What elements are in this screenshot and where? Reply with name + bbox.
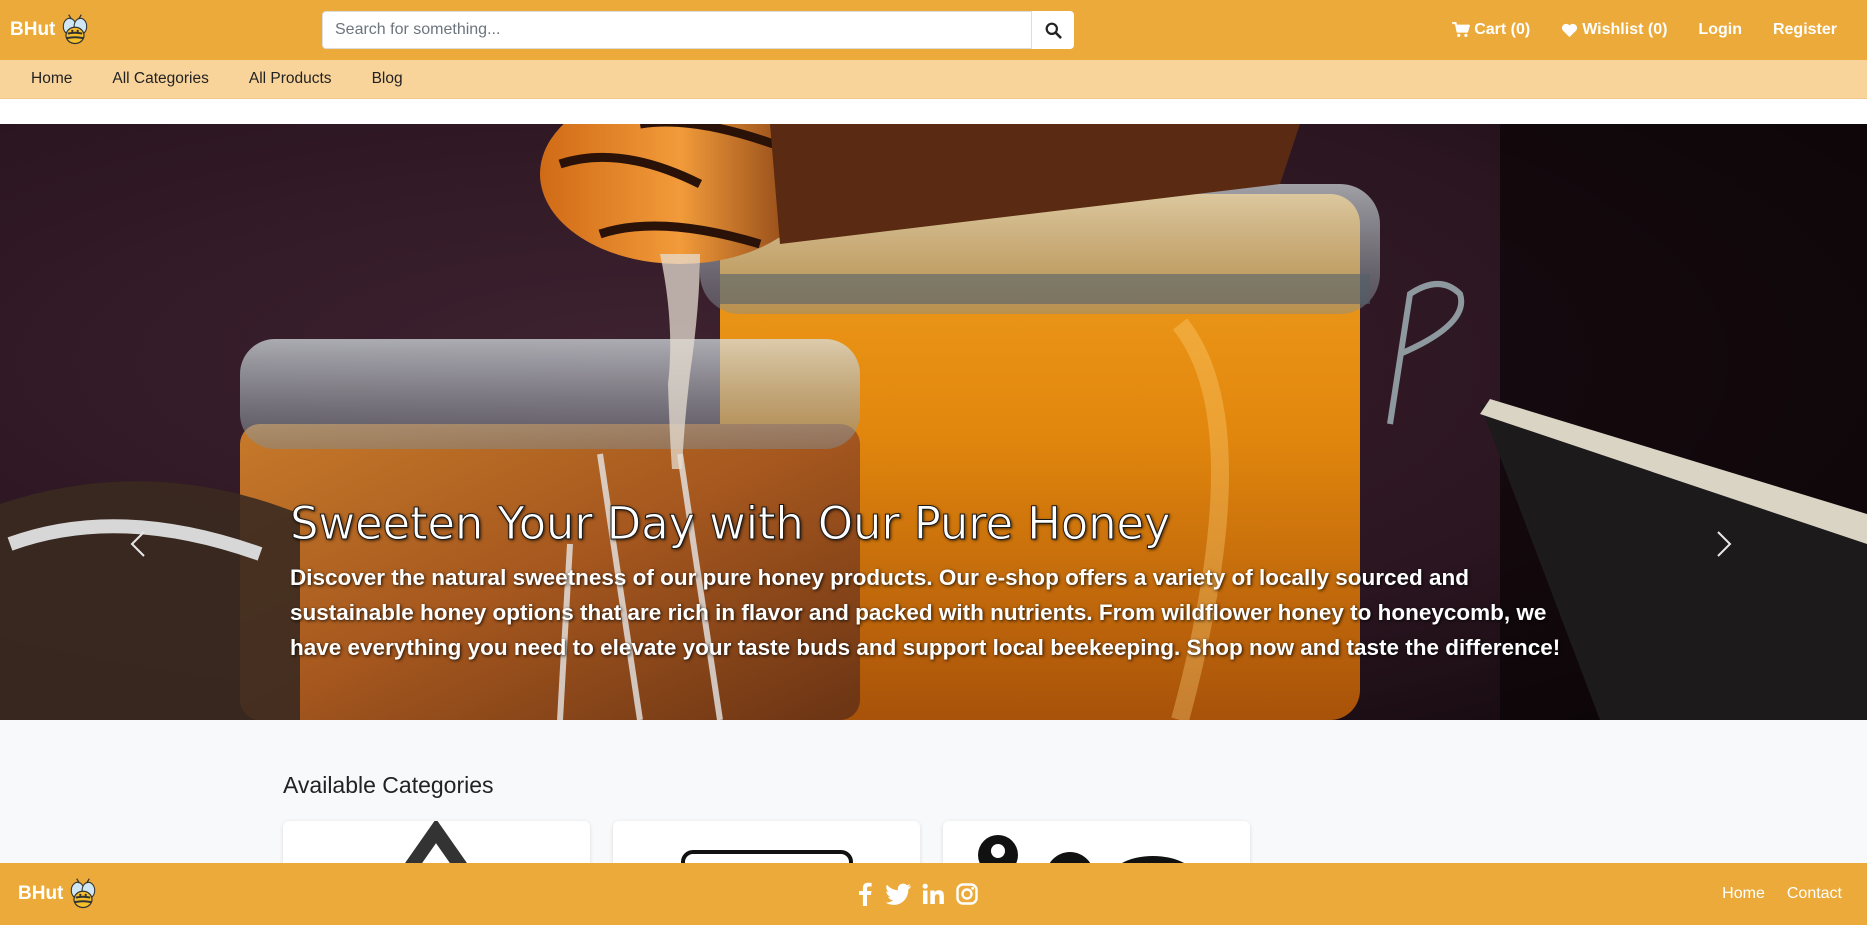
hero-caption: Sweeten Your Day with Our Pure Honey Dis… [290,494,1590,665]
register-label: Register [1772,21,1837,38]
footer-brand-logo[interactable]: BHut [18,872,101,916]
wishlist-label: Wishlist (0) [1582,21,1668,38]
register-link[interactable]: Register [1773,21,1837,39]
search-icon [1045,22,1062,39]
social-links [852,881,980,907]
facebook-icon [859,882,872,906]
linkedin-icon [922,883,944,904]
heart-icon [1562,23,1578,37]
top-nav-links: Cart (0) Wishlist (0) Login Register [1421,0,1837,60]
hero-carousel: Sweeten Your Day with Our Pure Honey Dis… [0,124,1867,720]
secondary-navbar: Home All Categories All Products Blog [0,60,1867,99]
wishlist-link[interactable]: Wishlist (0) [1561,21,1667,39]
carousel-prev-icon[interactable] [124,529,154,559]
footer: BHut Home Contact [0,863,1867,925]
search-button[interactable] [1032,11,1074,49]
hero-description: Discover the natural sweetness of our pu… [290,565,1561,660]
cart-label: Cart (0) [1474,21,1531,38]
login-label: Login [1698,21,1742,38]
footer-brand-name: BHut [18,883,64,904]
search-input[interactable] [322,11,1032,49]
footer-link-home[interactable]: Home [1722,885,1765,903]
categories-section: Available Categories [0,720,1867,881]
cart-icon [1452,22,1471,37]
bee-icon [63,14,88,45]
footer-links: Home Contact [1700,863,1842,925]
instagram-link[interactable] [954,881,980,907]
subnav-item-all-categories[interactable]: All Categories [112,70,209,88]
instagram-icon [956,883,978,905]
brand-logo[interactable]: BHut [10,8,93,52]
login-link[interactable]: Login [1698,21,1742,39]
footer-link-contact[interactable]: Contact [1787,885,1842,903]
subnav-item-home[interactable]: Home [31,70,72,88]
cart-link[interactable]: Cart (0) [1452,21,1530,39]
twitter-icon [886,883,911,905]
subnav-item-blog[interactable]: Blog [372,70,403,88]
facebook-link[interactable] [852,881,878,907]
bee-icon [71,878,96,909]
carousel-next-icon[interactable] [1708,529,1738,559]
brand-name: BHut [10,19,56,40]
linkedin-link[interactable] [920,881,946,907]
search-bar [322,11,1074,49]
twitter-link[interactable] [886,881,912,907]
top-navbar: BHut Cart (0) [0,0,1867,60]
subnav-item-all-products[interactable]: All Products [249,70,332,88]
categories-heading: Available Categories [283,772,494,798]
hero-title: Sweeten Your Day with Our Pure Honey [290,497,1172,551]
